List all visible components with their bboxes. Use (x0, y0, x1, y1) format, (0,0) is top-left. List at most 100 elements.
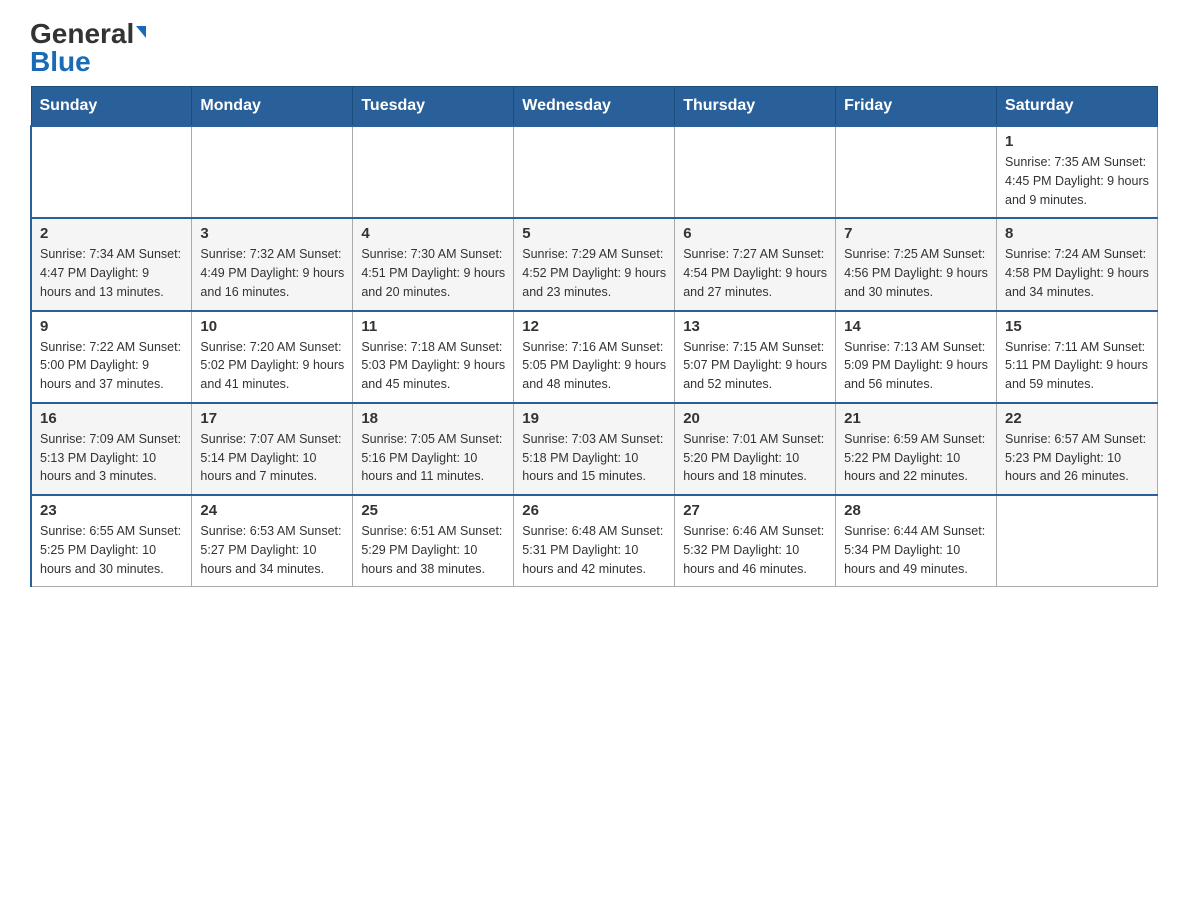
day-info: Sunrise: 7:01 AM Sunset: 5:20 PM Dayligh… (683, 430, 827, 486)
calendar-cell: 16Sunrise: 7:09 AM Sunset: 5:13 PM Dayli… (31, 403, 192, 495)
day-info: Sunrise: 7:13 AM Sunset: 5:09 PM Dayligh… (844, 338, 988, 394)
day-info: Sunrise: 7:22 AM Sunset: 5:00 PM Dayligh… (40, 338, 183, 394)
day-number: 5 (522, 225, 666, 242)
calendar-cell (514, 126, 675, 218)
calendar-cell: 12 Sunrise: 7:16 AM Sunset: 5:05 PM Dayli… (514, 311, 675, 403)
week-row-2: 2Sunrise: 7:34 AM Sunset: 4:47 PM Daylig… (31, 218, 1158, 310)
calendar-cell (192, 126, 353, 218)
day-info: Sunrise: 7:30 AM Sunset: 4:51 PM Dayligh… (361, 245, 505, 301)
calendar-cell: 15 Sunrise: 7:11 AM Sunset: 5:11 PM Dayli… (997, 311, 1158, 403)
calendar-cell: 7Sunrise: 7:25 AM Sunset: 4:56 PM Daylig… (836, 218, 997, 310)
calendar-cell: 10 Sunrise: 7:20 AM Sunset: 5:02 PM Dayli… (192, 311, 353, 403)
day-info: Sunrise: 7:16 AM Sunset: 5:05 PM Dayligh… (522, 338, 666, 394)
calendar-cell: 21 Sunrise: 6:59 AM Sunset: 5:22 PM Dayli… (836, 403, 997, 495)
day-header-wednesday: Wednesday (514, 87, 675, 127)
calendar-cell: 25 Sunrise: 6:51 AM Sunset: 5:29 PM Dayli… (353, 495, 514, 587)
logo: GeneralBlue (30, 20, 146, 76)
day-info: Sunrise: 6:44 AM Sunset: 5:34 PM Dayligh… (844, 522, 988, 578)
day-header-thursday: Thursday (675, 87, 836, 127)
logo-text: GeneralBlue (30, 20, 146, 76)
calendar-cell (997, 495, 1158, 587)
calendar-cell: 14 Sunrise: 7:13 AM Sunset: 5:09 PM Dayli… (836, 311, 997, 403)
day-info: Sunrise: 7:07 AM Sunset: 5:14 PM Dayligh… (200, 430, 344, 486)
day-number: 1 (1005, 133, 1149, 150)
calendar-cell: 23 Sunrise: 6:55 AM Sunset: 5:25 PM Dayli… (31, 495, 192, 587)
day-number: 11 (361, 318, 505, 335)
day-info: Sunrise: 7:27 AM Sunset: 4:54 PM Dayligh… (683, 245, 827, 301)
day-number: 9 (40, 318, 183, 335)
day-number: 13 (683, 318, 827, 335)
day-number: 3 (200, 225, 344, 242)
day-number: 14 (844, 318, 988, 335)
day-number: 15 (1005, 318, 1149, 335)
day-number: 17 (200, 410, 344, 427)
day-info: Sunrise: 7:34 AM Sunset: 4:47 PM Dayligh… (40, 245, 183, 301)
day-info: Sunrise: 7:03 AM Sunset: 5:18 PM Dayligh… (522, 430, 666, 486)
day-info: Sunrise: 7:35 AM Sunset: 4:45 PM Dayligh… (1005, 153, 1149, 209)
day-info: Sunrise: 6:51 AM Sunset: 5:29 PM Dayligh… (361, 522, 505, 578)
calendar: SundayMondayTuesdayWednesdayThursdayFrid… (30, 86, 1158, 587)
calendar-cell: 19 Sunrise: 7:03 AM Sunset: 5:18 PM Dayli… (514, 403, 675, 495)
calendar-cell: 13 Sunrise: 7:15 AM Sunset: 5:07 PM Dayli… (675, 311, 836, 403)
calendar-cell (675, 126, 836, 218)
day-number: 6 (683, 225, 827, 242)
calendar-cell: 5 Sunrise: 7:29 AM Sunset: 4:52 PM Daylig… (514, 218, 675, 310)
calendar-cell: 27 Sunrise: 6:46 AM Sunset: 5:32 PM Dayli… (675, 495, 836, 587)
day-number: 12 (522, 318, 666, 335)
calendar-cell: 3 Sunrise: 7:32 AM Sunset: 4:49 PM Daylig… (192, 218, 353, 310)
day-number: 24 (200, 502, 344, 519)
day-number: 20 (683, 410, 827, 427)
calendar-cell: 9 Sunrise: 7:22 AM Sunset: 5:00 PM Daylig… (31, 311, 192, 403)
calendar-cell (353, 126, 514, 218)
day-info: Sunrise: 6:46 AM Sunset: 5:32 PM Dayligh… (683, 522, 827, 578)
day-info: Sunrise: 6:57 AM Sunset: 5:23 PM Dayligh… (1005, 430, 1149, 486)
day-info: Sunrise: 6:48 AM Sunset: 5:31 PM Dayligh… (522, 522, 666, 578)
day-header-sunday: Sunday (31, 87, 192, 127)
day-number: 25 (361, 502, 505, 519)
day-number: 4 (361, 225, 505, 242)
day-header-friday: Friday (836, 87, 997, 127)
day-number: 8 (1005, 225, 1149, 242)
day-number: 23 (40, 502, 183, 519)
day-number: 10 (200, 318, 344, 335)
day-number: 18 (361, 410, 505, 427)
day-info: Sunrise: 7:32 AM Sunset: 4:49 PM Dayligh… (200, 245, 344, 301)
week-row-4: 16Sunrise: 7:09 AM Sunset: 5:13 PM Dayli… (31, 403, 1158, 495)
calendar-cell: 1 Sunrise: 7:35 AM Sunset: 4:45 PM Daylig… (997, 126, 1158, 218)
calendar-cell: 8 Sunrise: 7:24 AM Sunset: 4:58 PM Daylig… (997, 218, 1158, 310)
calendar-cell: 20 Sunrise: 7:01 AM Sunset: 5:20 PM Dayli… (675, 403, 836, 495)
day-number: 19 (522, 410, 666, 427)
day-info: Sunrise: 7:18 AM Sunset: 5:03 PM Dayligh… (361, 338, 505, 394)
day-number: 21 (844, 410, 988, 427)
day-info: Sunrise: 7:24 AM Sunset: 4:58 PM Dayligh… (1005, 245, 1149, 301)
calendar-header-row: SundayMondayTuesdayWednesdayThursdayFrid… (31, 87, 1158, 127)
day-header-monday: Monday (192, 87, 353, 127)
calendar-cell: 24 Sunrise: 6:53 AM Sunset: 5:27 PM Dayli… (192, 495, 353, 587)
day-number: 16 (40, 410, 183, 427)
week-row-1: 1 Sunrise: 7:35 AM Sunset: 4:45 PM Daylig… (31, 126, 1158, 218)
calendar-cell: 28 Sunrise: 6:44 AM Sunset: 5:34 PM Dayli… (836, 495, 997, 587)
day-number: 22 (1005, 410, 1149, 427)
day-info: Sunrise: 7:11 AM Sunset: 5:11 PM Dayligh… (1005, 338, 1149, 394)
day-info: Sunrise: 6:53 AM Sunset: 5:27 PM Dayligh… (200, 522, 344, 578)
calendar-cell: 26 Sunrise: 6:48 AM Sunset: 5:31 PM Dayli… (514, 495, 675, 587)
calendar-cell: 17 Sunrise: 7:07 AM Sunset: 5:14 PM Dayli… (192, 403, 353, 495)
day-info: Sunrise: 7:20 AM Sunset: 5:02 PM Dayligh… (200, 338, 344, 394)
day-header-saturday: Saturday (997, 87, 1158, 127)
day-info: Sunrise: 6:55 AM Sunset: 5:25 PM Dayligh… (40, 522, 183, 578)
day-info: Sunrise: 7:29 AM Sunset: 4:52 PM Dayligh… (522, 245, 666, 301)
calendar-cell: 18 Sunrise: 7:05 AM Sunset: 5:16 PM Dayli… (353, 403, 514, 495)
day-header-tuesday: Tuesday (353, 87, 514, 127)
day-number: 26 (522, 502, 666, 519)
week-row-3: 9 Sunrise: 7:22 AM Sunset: 5:00 PM Daylig… (31, 311, 1158, 403)
calendar-cell: 11 Sunrise: 7:18 AM Sunset: 5:03 PM Dayli… (353, 311, 514, 403)
calendar-cell: 22 Sunrise: 6:57 AM Sunset: 5:23 PM Dayli… (997, 403, 1158, 495)
page-header: GeneralBlue (30, 20, 1158, 76)
day-number: 27 (683, 502, 827, 519)
calendar-cell: 2Sunrise: 7:34 AM Sunset: 4:47 PM Daylig… (31, 218, 192, 310)
day-info: Sunrise: 6:59 AM Sunset: 5:22 PM Dayligh… (844, 430, 988, 486)
day-info: Sunrise: 7:15 AM Sunset: 5:07 PM Dayligh… (683, 338, 827, 394)
day-info: Sunrise: 7:05 AM Sunset: 5:16 PM Dayligh… (361, 430, 505, 486)
day-info: Sunrise: 7:25 AM Sunset: 4:56 PM Dayligh… (844, 245, 988, 301)
day-number: 28 (844, 502, 988, 519)
